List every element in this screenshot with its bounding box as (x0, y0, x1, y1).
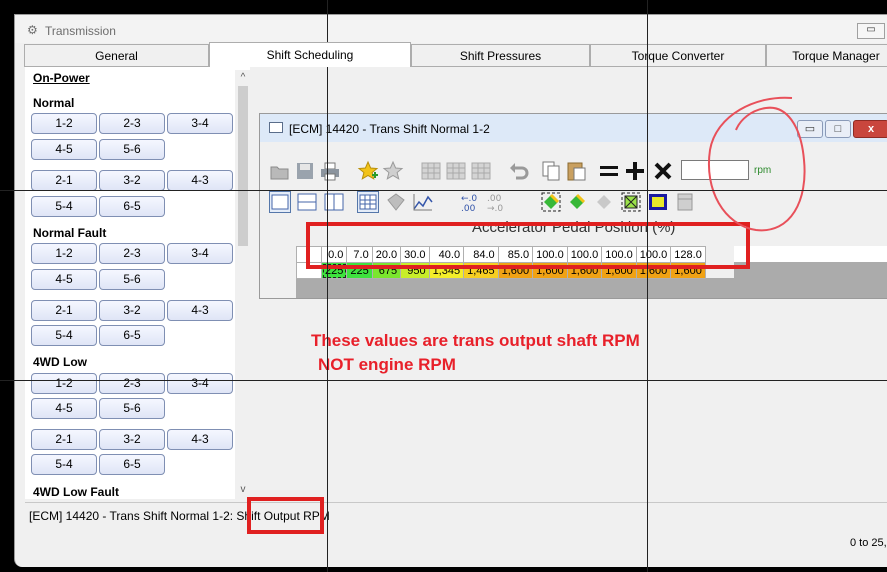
svg-text:→.0: →.0 (487, 204, 503, 213)
gear-icon: ⚙ (27, 23, 38, 37)
tab-shift-pressures[interactable]: Shift Pressures (411, 44, 590, 66)
shift-button[interactable]: 5-4 (31, 196, 97, 217)
shift-button[interactable]: 1-2 (31, 243, 97, 264)
shift-button[interactable]: 4-3 (167, 300, 233, 321)
ecm-maximize-button[interactable]: □ (825, 120, 851, 138)
undo-icon[interactable] (508, 160, 530, 182)
shift-table-list: On-Power Normal 1-2 2-3 3-4 4-5 5-6 2-1 … (25, 67, 250, 499)
shift-button[interactable]: 2-3 (99, 243, 165, 264)
table-empty-area (734, 262, 887, 278)
table-icon[interactable] (420, 160, 442, 182)
shift-button[interactable]: 3-4 (167, 113, 233, 134)
highlight-cells-icon[interactable] (647, 191, 669, 213)
shift-button[interactable]: 5-6 (99, 398, 165, 419)
shift-button[interactable]: 2-1 (31, 429, 97, 450)
plus-icon[interactable] (624, 160, 646, 182)
shift-button[interactable]: 5-4 (31, 454, 97, 475)
section-title: 4WD Low Fault (33, 485, 119, 499)
scroll-down-icon[interactable]: v (235, 482, 251, 498)
grid-view-icon[interactable] (357, 191, 379, 213)
shift-button[interactable]: 2-1 (31, 300, 97, 321)
window-titlebar: ⚙ Transmission ▭ (15, 15, 887, 43)
shift-button[interactable]: 6-5 (99, 454, 165, 475)
shift-button[interactable]: 6-5 (99, 325, 165, 346)
annotation-line-1: These values are trans output shaft RPM (311, 331, 640, 350)
favorite-remove-icon[interactable] (382, 160, 404, 182)
shift-button[interactable]: 4-5 (31, 398, 97, 419)
window-icon (269, 122, 283, 133)
status-bar: [ECM] 14420 - Trans Shift Normal 1-2: Sh… (25, 502, 887, 554)
shift-button[interactable]: 4-5 (31, 139, 97, 160)
guide-line (0, 190, 887, 191)
annotation-highlight-table (306, 222, 750, 269)
table-icon[interactable] (445, 160, 467, 182)
guide-line (327, 0, 328, 572)
equals-icon[interactable] (598, 160, 620, 182)
shift-button[interactable]: 6-5 (99, 196, 165, 217)
select-fill-icon[interactable] (540, 191, 562, 213)
annotation-circle-scribble (707, 96, 806, 232)
favorite-add-icon[interactable] (357, 160, 379, 182)
shift-button[interactable]: 5-4 (31, 325, 97, 346)
svg-text:←.0: ←.0 (461, 194, 477, 204)
guide-line (0, 380, 887, 381)
tab-torque-manager[interactable]: Torque Manager (766, 44, 887, 66)
ecm-close-button[interactable]: x (853, 120, 887, 138)
table-icon[interactable] (470, 160, 492, 182)
shift-button[interactable]: 1-2 (31, 373, 97, 394)
shift-button[interactable]: 5-6 (99, 269, 165, 290)
shift-button[interactable]: 5-6 (99, 139, 165, 160)
left-panel-scrollbar[interactable]: ^ v (235, 70, 251, 500)
open-folder-icon[interactable] (269, 160, 291, 182)
table-background (296, 278, 887, 298)
tab-general[interactable]: General (24, 44, 209, 66)
tab-bar: General Shift Scheduling Shift Pressures… (24, 42, 887, 67)
graph-icon[interactable] (412, 191, 434, 213)
select-cells-icon[interactable] (620, 191, 642, 213)
increase-decimals-icon[interactable]: ←.0.00 (460, 191, 482, 214)
multiply-icon[interactable] (652, 160, 674, 182)
shift-button[interactable]: 4-5 (31, 269, 97, 290)
annotation-line-2: NOT engine RPM (318, 355, 456, 374)
minimize-button[interactable]: ▭ (857, 23, 885, 39)
section-title: 4WD Low (33, 355, 87, 369)
tab-shift-scheduling[interactable]: Shift Scheduling (209, 42, 411, 67)
print-icon[interactable] (319, 160, 341, 182)
svg-text:.00: .00 (487, 194, 502, 204)
clear-icon[interactable] (674, 191, 696, 213)
scroll-up-icon[interactable]: ^ (235, 70, 251, 86)
shift-button[interactable]: 4-3 (167, 170, 233, 191)
annotation-highlight-status (247, 497, 324, 534)
layout-split-horizontal-icon[interactable] (296, 191, 318, 213)
guide-line (647, 0, 648, 572)
save-icon[interactable] (294, 160, 316, 182)
fill-disabled-icon[interactable] (593, 191, 615, 213)
shift-button[interactable]: 2-3 (99, 113, 165, 134)
paste-icon[interactable] (565, 160, 587, 182)
scroll-thumb[interactable] (238, 86, 248, 246)
shift-button[interactable]: 3-2 (99, 170, 165, 191)
shift-button[interactable]: 1-2 (31, 113, 97, 134)
status-range: 0 to 25, (850, 537, 887, 549)
svg-text:.00: .00 (461, 204, 476, 213)
shift-button[interactable]: 3-4 (167, 373, 233, 394)
window-title: Transmission (45, 24, 116, 38)
shift-button[interactable]: 4-3 (167, 429, 233, 450)
fill-color-icon[interactable] (566, 191, 588, 213)
section-title: Normal Fault (33, 226, 107, 240)
layout-single-icon[interactable] (269, 191, 291, 213)
shift-button[interactable]: 3-2 (99, 429, 165, 450)
section-title: Normal (33, 96, 75, 110)
decrease-decimals-icon[interactable]: .00 →.0 (486, 191, 508, 214)
shift-button[interactable]: 3-4 (167, 243, 233, 264)
shift-button[interactable]: 2-3 (99, 373, 165, 394)
tab-torque-converter[interactable]: Torque Converter (590, 44, 766, 66)
shift-button[interactable]: 2-1 (31, 170, 97, 191)
3d-view-icon[interactable] (385, 191, 407, 213)
ecm-window-title: [ECM] 14420 - Trans Shift Normal 1-2 (289, 122, 490, 136)
shift-button[interactable]: 3-2 (99, 300, 165, 321)
section-heading-on-power: On-Power (33, 71, 90, 85)
copy-icon[interactable] (540, 160, 562, 182)
